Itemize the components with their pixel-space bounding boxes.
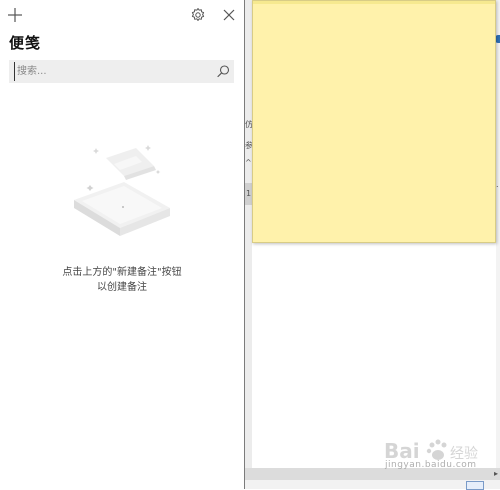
gear-icon [191, 8, 205, 21]
close-button[interactable] [219, 5, 239, 25]
sticky-note[interactable] [252, 0, 496, 243]
search-icon[interactable] [216, 64, 231, 79]
background-text-fragment: ^ [245, 158, 252, 167]
close-icon [223, 9, 235, 21]
plus-icon [8, 8, 22, 22]
background-window-edge [496, 0, 500, 489]
notes-list-panel: 便笺 点击上方的"新建备注"按钮 以创建备注 [0, 0, 245, 489]
add-note-button[interactable] [5, 5, 25, 25]
search-input[interactable] [14, 62, 212, 81]
empty-state-line: 以创建备注 [97, 282, 147, 293]
background-status-bar [245, 480, 500, 489]
background-text-fragment: 1 [246, 189, 252, 198]
watermark-url: jingyan.baidu.com [385, 460, 477, 470]
sticky-note-title-bar[interactable] [253, 1, 495, 4]
empty-state-message: 点击上方的"新建备注"按钮 以创建备注 [0, 265, 244, 295]
search-box[interactable] [9, 60, 234, 83]
background-window-gutter [245, 0, 252, 489]
empty-notes-illustration-icon [74, 145, 170, 236]
settings-button[interactable] [188, 5, 208, 25]
empty-state-line: 点击上方的"新建备注"按钮 [62, 267, 182, 278]
scroll-right-arrow-icon[interactable]: ▸ [494, 468, 498, 480]
app-title: 便笺 [9, 34, 42, 52]
background-edge-fragment: . [496, 180, 499, 189]
